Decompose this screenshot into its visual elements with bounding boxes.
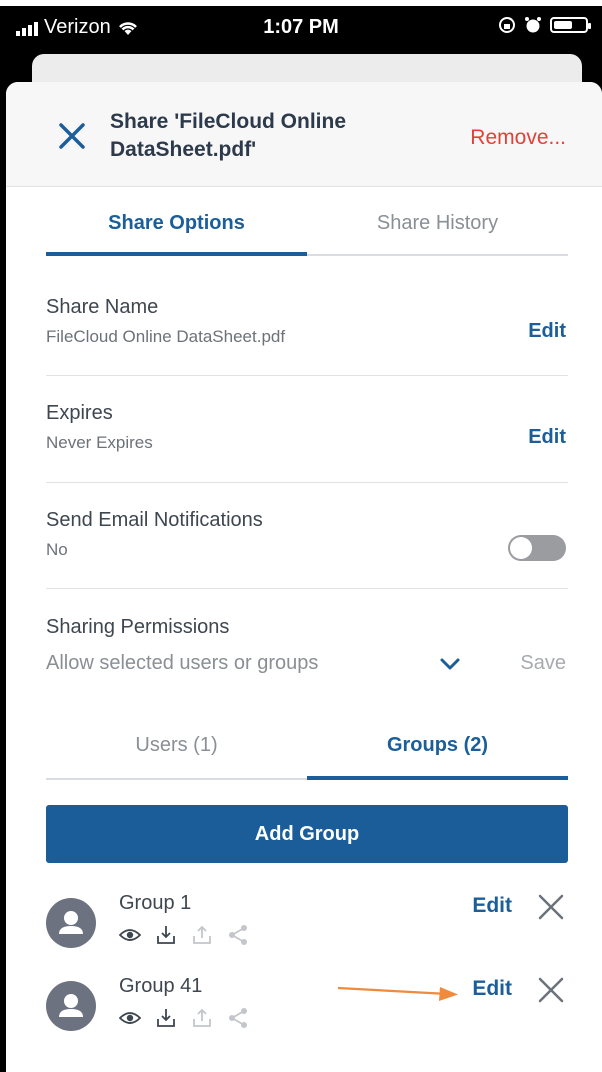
share-name-row: Share Name FileCloud Online DataSheet.pd…: [46, 296, 568, 347]
alarm-icon: [525, 17, 541, 33]
upload-icon: [193, 925, 211, 944]
tab-share-options[interactable]: Share Options: [46, 192, 307, 254]
remove-group-icon[interactable]: [536, 975, 566, 1005]
sharing-permissions-label: Sharing Permissions: [46, 616, 230, 638]
email-notifications-row: Send Email Notifications No: [46, 509, 568, 561]
battery-icon: [550, 17, 591, 33]
divider: [46, 588, 568, 589]
share-tabs: Share Options Share History: [46, 192, 568, 256]
download-icon: [157, 1009, 175, 1027]
share-sheet: Share 'FileCloud Online DataSheet.pdf' R…: [6, 82, 602, 1072]
add-group-button[interactable]: Add Group: [46, 805, 568, 863]
tab-users[interactable]: Users (1): [46, 712, 307, 778]
group-row: Group 41 Edit: [46, 975, 568, 1045]
user-icon: [59, 911, 83, 934]
group-row: Group 1 Edit: [46, 892, 568, 962]
users-groups-tabs: Users (1) Groups (2): [46, 712, 568, 782]
email-notifications-toggle[interactable]: [508, 535, 566, 561]
upload-icon: [193, 1008, 211, 1027]
view-eye-icon: [119, 929, 141, 941]
download-icon: [157, 926, 175, 944]
sheet-header: Share 'FileCloud Online DataSheet.pdf' R…: [6, 82, 602, 187]
permission-icons: [119, 924, 249, 946]
orientation-lock-icon: [499, 17, 515, 33]
expires-value: Never Expires: [46, 433, 153, 452]
view-eye-icon: [119, 1012, 141, 1024]
active-tab-indicator: [46, 252, 307, 256]
share-name-edit-button[interactable]: Edit: [528, 320, 566, 343]
tab-share-history[interactable]: Share History: [307, 192, 568, 254]
avatar: [46, 898, 96, 948]
status-icons: [498, 16, 591, 34]
remove-button[interactable]: Remove...: [470, 126, 566, 150]
close-icon[interactable]: [56, 120, 88, 152]
sharing-permissions-row: Sharing Permissions: [46, 616, 568, 639]
group-name: Group 41: [119, 975, 203, 997]
permission-icons: [119, 1007, 249, 1029]
tab-groups[interactable]: Groups (2): [307, 712, 568, 778]
user-icon: [59, 994, 83, 1017]
email-notifications-label: Send Email Notifications: [46, 509, 263, 531]
group-edit-button[interactable]: Edit: [472, 894, 512, 918]
remove-group-icon[interactable]: [536, 892, 566, 922]
expires-edit-button[interactable]: Edit: [528, 426, 566, 449]
share-name-value: FileCloud Online DataSheet.pdf: [46, 327, 286, 346]
active-subtab-indicator: [307, 776, 568, 780]
status-bar: Verizon 1:07 PM: [0, 6, 602, 48]
permissions-select[interactable]: Allow selected users or groups: [46, 652, 318, 675]
divider: [46, 375, 568, 376]
chevron-down-icon[interactable]: [440, 658, 460, 672]
expires-row: Expires Never Expires Edit: [46, 402, 568, 453]
share-icon: [229, 925, 247, 945]
share-icon: [229, 1008, 247, 1028]
share-name-label: Share Name: [46, 296, 159, 318]
save-button[interactable]: Save: [520, 652, 566, 675]
group-edit-button[interactable]: Edit: [472, 977, 512, 1001]
group-name: Group 1: [119, 892, 192, 914]
toggle-knob: [510, 537, 532, 559]
avatar: [46, 981, 96, 1031]
expires-label: Expires: [46, 402, 113, 424]
divider: [46, 482, 568, 483]
email-notifications-value: No: [46, 540, 68, 559]
sheet-title: Share 'FileCloud Online DataSheet.pdf': [110, 110, 347, 161]
annotation-arrow-icon: [337, 986, 458, 1001]
